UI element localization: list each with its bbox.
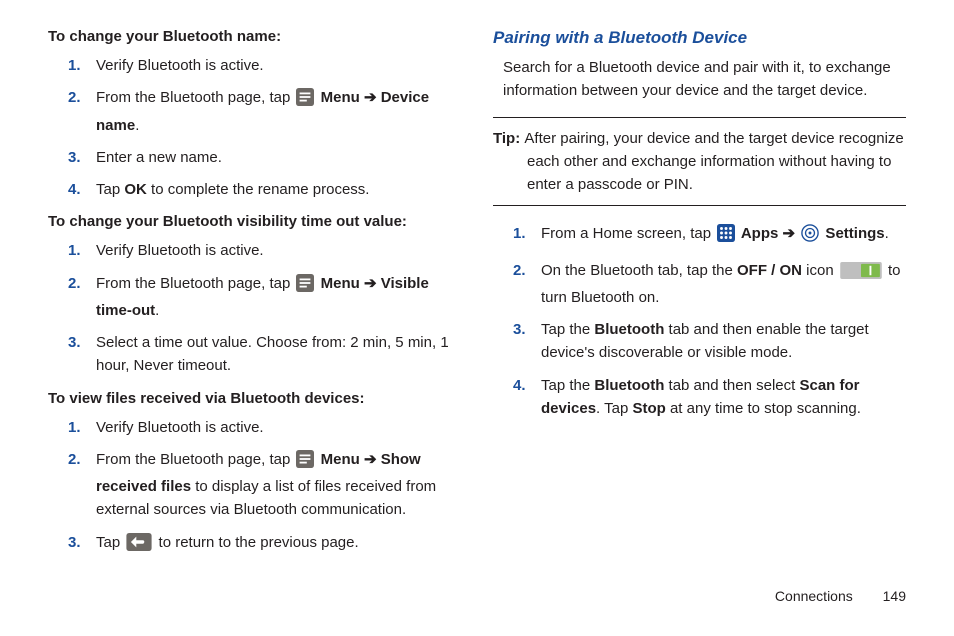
menu-icon xyxy=(296,450,314,475)
step: 3.Select a time out value. Choose from: … xyxy=(96,331,461,378)
settings-icon xyxy=(801,224,819,249)
step: 2.From the Bluetooth page, tap Menu ➔ Sh… xyxy=(96,448,461,522)
section-intro: Search for a Bluetooth device and pair w… xyxy=(503,56,906,103)
step-text: Verify Bluetooth is active. xyxy=(96,242,264,259)
step-text: to complete the rename process. xyxy=(147,181,370,198)
step: 3.Tap the Bluetooth tab and then enable … xyxy=(541,318,906,365)
step: 1.Verify Bluetooth is active. xyxy=(96,239,461,262)
step-text: Verify Bluetooth is active. xyxy=(96,419,264,436)
right-column: Pairing with a Bluetooth Device Search f… xyxy=(493,28,906,570)
step-number: 4. xyxy=(513,374,526,397)
step-number: 2. xyxy=(513,259,526,282)
arrow-icon: ➔ xyxy=(783,225,796,242)
section-title-pairing: Pairing with a Bluetooth Device xyxy=(493,28,906,48)
step-text: From the Bluetooth page, tap xyxy=(96,89,294,106)
step: 3.Enter a new name. xyxy=(96,146,461,169)
step-text: On the Bluetooth tab, tap the xyxy=(541,262,737,279)
arrow-icon: ➔ xyxy=(364,89,377,106)
bluetooth-label: Bluetooth xyxy=(594,377,664,394)
tip-text: After pairing, your device and the targe… xyxy=(524,130,903,194)
tip-block: Tip: After pairing, your device and the … xyxy=(493,117,906,207)
step-text: to return to the previous page. xyxy=(154,534,358,551)
list-received-files: 1.Verify Bluetooth is active. 2.From the… xyxy=(48,416,461,558)
manual-page: To change your Bluetooth name: 1.Verify … xyxy=(0,0,954,610)
list-visibility: 1.Verify Bluetooth is active. 2.From the… xyxy=(48,239,461,377)
step-number: 1. xyxy=(68,54,81,77)
list-pairing: 1. From a Home screen, tap Apps ➔ Setting… xyxy=(493,222,906,420)
step-text: Tap the xyxy=(541,321,594,338)
step: 3.Tap to return to the previous page. xyxy=(96,531,461,558)
step-number: 4. xyxy=(68,178,81,201)
step-text: . xyxy=(885,225,889,242)
ok-label: OK xyxy=(124,181,147,198)
apps-icon xyxy=(717,224,735,249)
back-icon xyxy=(126,533,152,558)
step: 1.Verify Bluetooth is active. xyxy=(96,54,461,77)
menu-label: Menu xyxy=(316,275,364,292)
step-text: tab and then select xyxy=(664,377,799,394)
step-text: Tap xyxy=(96,181,124,198)
step: 2.On the Bluetooth tab, tap the OFF / ON… xyxy=(541,259,906,310)
page-footer: Connections 149 xyxy=(775,588,906,604)
settings-label: Settings xyxy=(821,225,884,242)
heading-visibility: To change your Bluetooth visibility time… xyxy=(48,213,461,230)
menu-icon xyxy=(296,88,314,113)
step-text: Verify Bluetooth is active. xyxy=(96,57,264,74)
arrow-icon: ➔ xyxy=(364,275,377,292)
step-number: 3. xyxy=(513,318,526,341)
step-text: . Tap xyxy=(596,400,632,417)
menu-label: Menu xyxy=(316,451,364,468)
step-number: 2. xyxy=(68,86,81,109)
tip-label: Tip: xyxy=(493,130,524,147)
step-number: 1. xyxy=(68,239,81,262)
step: 4.Tap OK to complete the rename process. xyxy=(96,178,461,201)
step-text: . xyxy=(155,302,159,319)
step-number: 2. xyxy=(68,272,81,295)
step-number: 2. xyxy=(68,448,81,471)
step: 1.Verify Bluetooth is active. xyxy=(96,416,461,439)
menu-label: Menu xyxy=(316,89,364,106)
step-text: Tap the xyxy=(541,377,594,394)
stop-label: Stop xyxy=(632,400,665,417)
apps-label: Apps xyxy=(737,225,782,242)
off-on-label: OFF / ON xyxy=(737,262,802,279)
heading-change-name: To change your Bluetooth name: xyxy=(48,28,461,45)
step-text: Tap xyxy=(96,534,124,551)
step-text: Select a time out value. Choose from: 2 … xyxy=(96,334,449,374)
menu-icon xyxy=(296,274,314,299)
chapter-name: Connections xyxy=(775,588,853,604)
step-number: 3. xyxy=(68,331,81,354)
step: 2.From the Bluetooth page, tap Menu ➔ Vi… xyxy=(96,272,461,323)
step-text: . xyxy=(135,117,139,134)
step-text: From the Bluetooth page, tap xyxy=(96,275,294,292)
list-change-name: 1.Verify Bluetooth is active. 2.From the… xyxy=(48,54,461,201)
heading-received-files: To view files received via Bluetooth dev… xyxy=(48,390,461,407)
toggle-icon xyxy=(840,262,882,286)
left-column: To change your Bluetooth name: 1.Verify … xyxy=(48,28,461,570)
step: 1.From a Home screen, tap Apps ➔ Setting… xyxy=(541,222,906,249)
step-text: From the Bluetooth page, tap xyxy=(96,451,294,468)
step-number: 3. xyxy=(68,146,81,169)
step-text: From a Home screen, tap xyxy=(541,225,715,242)
page-number: 149 xyxy=(883,588,906,604)
step: 4.Tap the Bluetooth tab and then select … xyxy=(541,374,906,421)
step-text: Enter a new name. xyxy=(96,149,222,166)
step-text: icon xyxy=(802,262,838,279)
step-text: at any time to stop scanning. xyxy=(666,400,861,417)
bluetooth-label: Bluetooth xyxy=(594,321,664,338)
arrow-icon: ➔ xyxy=(364,451,377,468)
step-number: 3. xyxy=(68,531,81,554)
step: 2.From the Bluetooth page, tap Menu ➔ De… xyxy=(96,86,461,137)
step-number: 1. xyxy=(513,222,526,245)
step-number: 1. xyxy=(68,416,81,439)
